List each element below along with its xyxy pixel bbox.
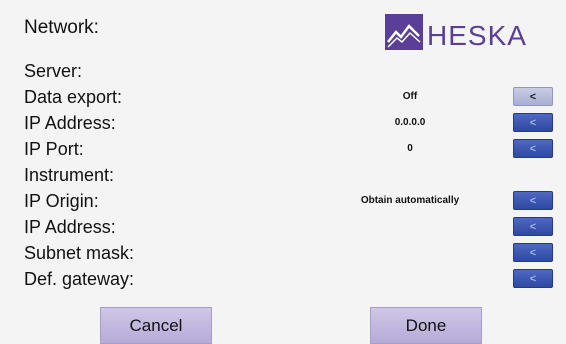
- ip-address-arrow-button[interactable]: <: [513, 113, 553, 132]
- ip-address-label: IP Address:: [24, 113, 116, 133]
- default-gateway-arrow-button[interactable]: <: [513, 269, 553, 288]
- ip-origin-value: Obtain automatically: [360, 195, 460, 206]
- cancel-button[interactable]: Cancel: [100, 307, 212, 344]
- network-settings-screen: Network: HESKA Server: Data export: Off …: [0, 0, 566, 344]
- row-instrument-ip-address: IP Address: <: [0, 216, 566, 238]
- done-button[interactable]: Done: [370, 307, 482, 344]
- ip-port-arrow-button[interactable]: <: [513, 139, 553, 158]
- logo-text: HESKA: [427, 20, 527, 51]
- instrument-ip-address-label: IP Address:: [24, 217, 116, 237]
- ip-origin-label: IP Origin:: [24, 191, 99, 211]
- page-title: Network:: [24, 17, 99, 38]
- data-export-arrow-button[interactable]: <: [513, 87, 553, 106]
- arrow-left-icon: <: [529, 220, 537, 233]
- heska-logo: HESKA: [385, 6, 545, 58]
- subnet-mask-arrow-button[interactable]: <: [513, 243, 553, 262]
- arrow-left-icon: <: [529, 90, 537, 103]
- arrow-left-icon: <: [529, 116, 537, 129]
- row-default-gateway: Def. gateway: <: [0, 268, 566, 290]
- data-export-label: Data export:: [24, 87, 123, 107]
- arrow-left-icon: <: [529, 142, 537, 155]
- arrow-left-icon: <: [529, 246, 537, 259]
- row-subnet-mask: Subnet mask: <: [0, 242, 566, 264]
- arrow-left-icon: <: [529, 194, 537, 207]
- data-export-value: Off: [402, 91, 418, 102]
- instrument-label: Instrument:: [24, 165, 115, 185]
- ip-origin-arrow-button[interactable]: <: [513, 191, 553, 210]
- row-instrument: Instrument:: [0, 164, 566, 186]
- instrument-ip-address-arrow-button[interactable]: <: [513, 217, 553, 236]
- default-gateway-label: Def. gateway:: [24, 269, 135, 289]
- row-data-export: Data export: Off <: [0, 86, 566, 108]
- row-server: Server:: [0, 60, 566, 82]
- arrow-left-icon: <: [529, 272, 537, 285]
- row-ip-address: IP Address: 0.0.0.0 <: [0, 112, 566, 134]
- ip-port-label: IP Port:: [24, 139, 84, 159]
- row-ip-port: IP Port: 0 <: [0, 138, 566, 160]
- server-label: Server:: [24, 61, 83, 81]
- mountain-logo-icon: [385, 14, 423, 50]
- ip-port-value: 0: [407, 143, 413, 154]
- ip-address-value: 0.0.0.0: [394, 117, 426, 128]
- subnet-mask-label: Subnet mask:: [24, 243, 135, 263]
- row-ip-origin: IP Origin: Obtain automatically <: [0, 190, 566, 212]
